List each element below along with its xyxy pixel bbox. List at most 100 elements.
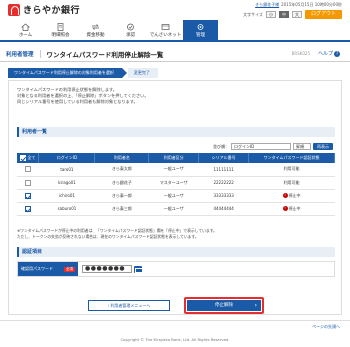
page-top-link[interactable]: ページの先頭へ (312, 324, 340, 330)
required-badge: 必須 (64, 266, 75, 272)
help-icon: ? (334, 51, 340, 57)
bank-logo[interactable]: きらやか銀行 (8, 3, 80, 16)
table-header-row: 全て ログインID 利用者名 利用者区分 シリアル番号 ワンタイムパスワード認証… (17, 153, 335, 163)
table-row: taro01 きら泰太郎 一般ユーザ 11111111 利用可能 (17, 163, 335, 177)
back-to-menu-button[interactable]: ‹ 利用者管理メニューへ (88, 299, 170, 311)
char-size-label: 文字サイズ (243, 11, 263, 17)
table-row: kirago01 きら銀花子 マスターユーザ 22222222 利用可能 (17, 176, 335, 190)
stop-icon: ! (282, 193, 288, 198)
auth-row: 確認用パスワード 必須 ●●●●●●● (17, 261, 335, 277)
user-name: きら泰一郎 (94, 189, 149, 203)
otp-status-label: 停止中 (288, 192, 301, 198)
table-row: ichiro01 きら泰一郎 一般ユーザ 33333333 ! 停止中 (17, 189, 335, 203)
user-name[interactable]: きら銀花子様 (255, 2, 279, 8)
row-checkbox[interactable] (24, 179, 31, 186)
col-type: 利用者区分 (148, 153, 200, 163)
col-select-all[interactable]: 全て (17, 153, 40, 163)
confirm-password-input[interactable]: ●●●●●●● (82, 265, 132, 273)
transfer-icon (91, 23, 100, 31)
nav-statement-label: 明細照会 (51, 32, 70, 38)
description-line: 同じシリアル番号を使用している利用者も解除対象となります。 (17, 99, 138, 104)
login-id: saburo01 (38, 202, 95, 216)
help-link[interactable]: ヘルプ? (318, 50, 340, 57)
auth-label: 確認用パスワード 必須 (18, 262, 78, 276)
nav-home-label: ホーム (18, 32, 33, 38)
software-keyboard-icon[interactable] (134, 265, 143, 273)
note-line: ただし、トークンの失効が反映されない場合は、現在のワンタイムパスワード認証状態を… (17, 233, 199, 239)
login-id: kirago01 (38, 176, 95, 190)
page-title: ワンタイムパスワード利用停止解除一覧 (46, 50, 164, 59)
auth-field: ●●●●●●● (78, 262, 143, 276)
size-medium-button[interactable]: 中 (278, 11, 289, 18)
resort-button[interactable]: 再表示 (313, 143, 333, 150)
page-id: BRSK025 (291, 51, 310, 56)
col-serial: シリアル番号 (198, 153, 250, 163)
user-type: マスターユーザ (148, 176, 199, 190)
auth-section-heading: 認証項目 (17, 247, 335, 257)
nav-transfer[interactable]: 資金移動 (78, 20, 113, 40)
densai-icon (161, 23, 170, 31)
nav-statement[interactable]: 明細照会 (43, 20, 78, 40)
row-checkbox[interactable] (24, 166, 31, 173)
category-label: 利用者管理 (6, 51, 34, 58)
action-buttons: ‹ 利用者管理メニューへ 停止解除 (9, 296, 343, 314)
auth-label-text: 確認用パスワード (21, 266, 53, 271)
serial-number: 33333333 (198, 189, 249, 203)
row-checkbox[interactable] (24, 205, 31, 212)
sort-bar: 並び順： ログインID 昇順 再表示 (213, 143, 333, 150)
user-name: きら泰三郎 (94, 202, 149, 216)
serial-number: 44444444 (198, 202, 249, 216)
col-login-id: ログインID (38, 153, 96, 163)
col-status: ワンタイムパスワード認証状態 (248, 153, 335, 163)
footer-divider (0, 320, 350, 321)
user-type: 一般ユーザ (148, 163, 199, 177)
back-to-menu-label: 利用者管理メニューへ (110, 302, 151, 308)
nav-approval-label: 承認 (126, 32, 135, 38)
user-name: きら泰太郎 (94, 163, 149, 177)
sort-order-select[interactable]: 昇順 (293, 143, 311, 150)
login-id: ichiro01 (38, 189, 95, 203)
note-line: ※ワンタイムパスワードが停止中の利用者は、「ワンタイムパスワード認証状態」欄を「… (17, 228, 217, 233)
main-panel: ワンタイムパスワードの利用停止状態を解除します。 対象となる利用者を選択の上、「… (8, 80, 342, 315)
stop-release-button[interactable]: 停止解除 (187, 299, 261, 311)
statement-icon (56, 22, 65, 31)
login-id: taro01 (38, 163, 95, 177)
global-nav: ホーム 明細照会 資金移動 承認 でんさいネット 管理 (0, 20, 350, 42)
sort-label: 並び順： (213, 143, 229, 149)
approval-icon (126, 23, 135, 31)
otp-status: 利用可能 (248, 176, 335, 190)
size-small-button[interactable]: 小 (265, 11, 276, 18)
otp-status: ! 停止中 (248, 189, 335, 203)
sort-key-select[interactable]: ログインID (231, 143, 291, 150)
otp-status-label: 停止中 (288, 205, 301, 211)
step-indicator: ワンタイムパスワード利用停止解除の対象利用者を選択 変更完了 (8, 68, 158, 78)
last-login: 2015年05月15日 10時00分00秒 (281, 2, 342, 7)
header: きらやか銀行 きら銀花子様 2015年05月15日 10時00分00秒 文字サイ… (0, 0, 350, 20)
nav-home[interactable]: ホーム (8, 20, 43, 40)
nav-approval[interactable]: 承認 (113, 20, 148, 40)
step-current: ワンタイムパスワード利用停止解除の対象利用者を選択 (8, 68, 127, 78)
table-row: saburo01 きら泰三郎 一般ユーザ 44444444 ! 停止中 (17, 202, 335, 216)
size-large-button[interactable]: 大 (291, 11, 302, 18)
title-divider (39, 49, 41, 58)
users-section-heading: 利用者一覧 (17, 127, 335, 137)
title-bar: 利用者管理 ワンタイムパスワード利用停止解除一覧 BRSK025 ヘルプ? (0, 46, 350, 62)
user-type: 一般ユーザ (148, 202, 199, 216)
otp-status: ! 停止中 (248, 202, 335, 216)
row-checkbox[interactable] (24, 192, 31, 199)
logout-button[interactable]: ログアウト (304, 10, 342, 19)
user-type: 一般ユーザ (148, 189, 199, 203)
stop-icon: ! (282, 206, 288, 211)
note: ※ワンタイムパスワードが停止中の利用者は、「ワンタイムパスワード認証状態」欄を「… (17, 228, 217, 239)
otp-status: 利用可能 (248, 163, 335, 177)
select-all-checkbox[interactable] (20, 155, 27, 161)
nav-admin[interactable]: 管理 (183, 20, 218, 40)
nav-densai[interactable]: でんさいネット (148, 20, 183, 40)
bank-logo-icon (8, 3, 20, 16)
bank-name: きらやか銀行 (23, 6, 81, 16)
nav-admin-label: 管理 (196, 32, 205, 38)
stop-release-highlight: 停止解除 (184, 296, 264, 314)
serial-number: 22222222 (198, 176, 249, 190)
help-label: ヘルプ (317, 51, 333, 57)
user-name: きら銀花子 (94, 176, 149, 190)
